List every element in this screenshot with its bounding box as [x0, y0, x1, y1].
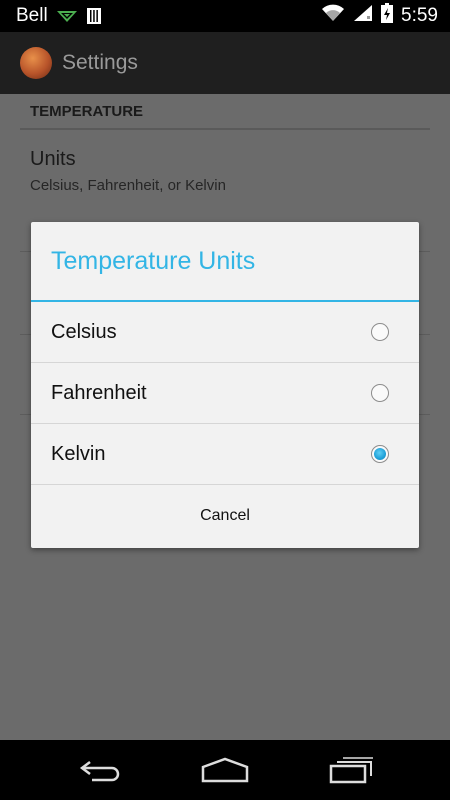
cancel-button[interactable]: Cancel — [31, 485, 419, 546]
option-celsius[interactable]: Celsius — [31, 302, 419, 363]
notification-arrow-icon — [56, 9, 78, 23]
units-preference[interactable]: Units Celsius, Fahrenheit, or Kelvin — [30, 148, 430, 194]
temperature-units-dialog: Temperature Units Celsius Fahrenheit Kel… — [31, 222, 419, 548]
option-kelvin[interactable]: Kelvin — [31, 424, 419, 485]
battery-charging-icon — [381, 3, 394, 29]
status-icons: 5:59 — [321, 0, 438, 32]
mars-planet-icon[interactable] — [20, 47, 52, 79]
radio-button-checked[interactable] — [371, 445, 389, 463]
back-icon[interactable] — [75, 754, 125, 786]
screen: Bell 5:59 Settings TEMPERATURE Units Cel… — [0, 0, 450, 800]
units-preference-title: Units — [30, 148, 76, 170]
home-icon[interactable] — [200, 754, 250, 786]
radio-button-unchecked[interactable] — [371, 384, 389, 402]
units-preference-summary: Celsius, Fahrenheit, or Kelvin — [30, 177, 226, 194]
recent-apps-icon[interactable] — [327, 754, 377, 786]
radio-selected-dot — [374, 448, 386, 460]
option-label: Celsius — [51, 320, 117, 343]
status-bar: Bell 5:59 — [0, 0, 450, 32]
option-fahrenheit[interactable]: Fahrenheit — [31, 363, 419, 424]
clock: 5:59 — [401, 5, 438, 26]
page-title: Settings — [62, 51, 138, 74]
option-label: Kelvin — [51, 442, 106, 465]
navigation-bar — [0, 740, 450, 800]
sim-card-icon — [86, 7, 102, 25]
section-header-temperature: TEMPERATURE — [20, 94, 430, 130]
action-bar: Settings — [0, 32, 450, 94]
carrier-name: Bell — [16, 5, 48, 26]
radio-button-unchecked[interactable] — [371, 323, 389, 341]
wifi-icon — [321, 4, 345, 28]
dialog-title: Temperature Units — [31, 222, 419, 302]
option-label: Fahrenheit — [51, 381, 147, 404]
signal-strength-icon — [353, 4, 373, 28]
